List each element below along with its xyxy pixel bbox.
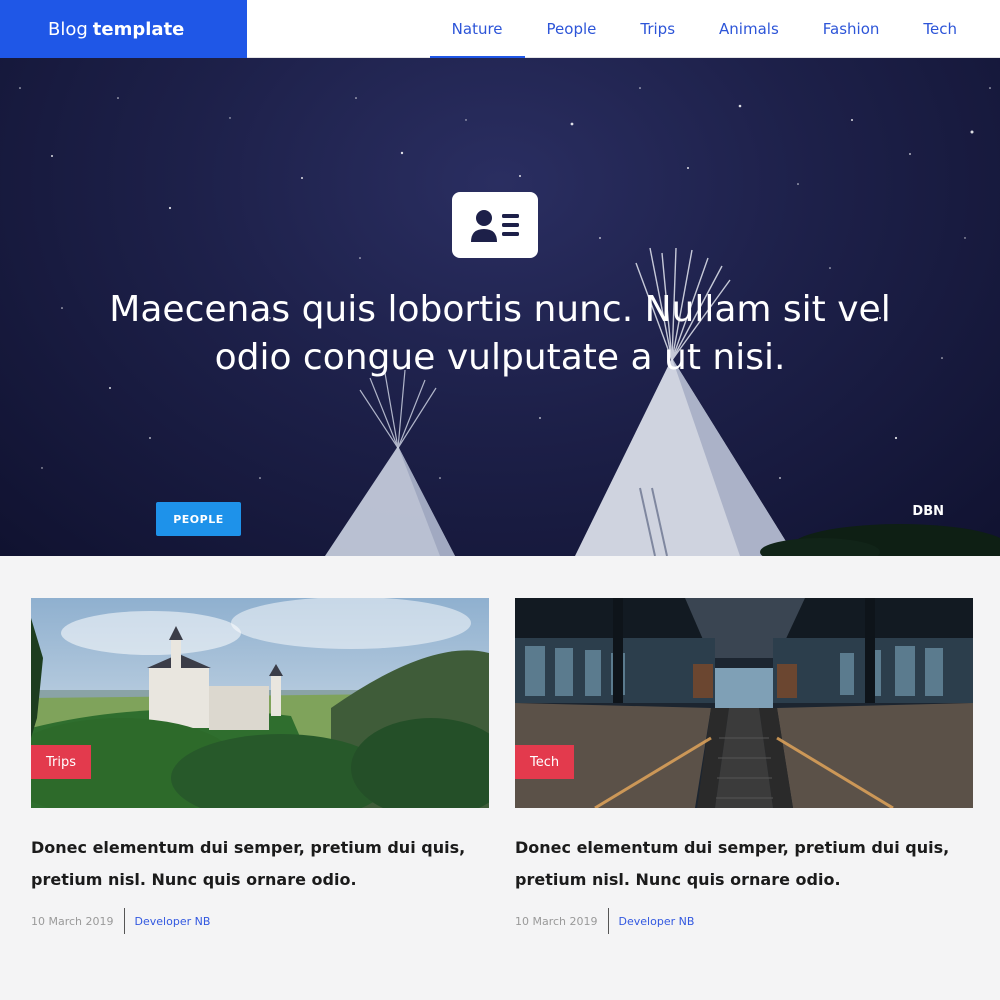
- id-card-icon: [452, 192, 538, 258]
- nav-item-tech[interactable]: Tech: [901, 0, 1000, 58]
- brand-text-bold: template: [92, 18, 185, 40]
- hero-section[interactable]: Maecenas quis lobortis nunc. Nullam sit …: [0, 58, 1000, 556]
- post-card-tech: Tech Donec elementum dui semper, pretium…: [515, 598, 973, 934]
- card-title[interactable]: Donec elementum dui semper, pretium dui …: [31, 832, 489, 896]
- card-category-tag[interactable]: Tech: [515, 745, 575, 779]
- card-image-escalator[interactable]: Tech: [515, 598, 973, 808]
- hero-photo-credit: DBN: [912, 504, 944, 519]
- hero-title[interactable]: Maecenas quis lobortis nunc. Nullam sit …: [100, 286, 900, 382]
- post-card-trips: Trips Donec elementum dui semper, pretiu…: [31, 598, 489, 934]
- card-author-link[interactable]: Developer NB: [609, 915, 695, 928]
- card-image-castle[interactable]: Trips: [31, 598, 489, 808]
- card-author-link[interactable]: Developer NB: [125, 915, 211, 928]
- brand-logo[interactable]: Blog template: [0, 0, 247, 58]
- hero-category-badge[interactable]: PEOPLE: [156, 502, 241, 536]
- site-header: Blog template Nature People Trips Animal…: [0, 0, 1000, 59]
- card-category-tag[interactable]: Trips: [31, 745, 92, 779]
- card-meta: 10 March 2019 Developer NB: [515, 908, 973, 934]
- card-title[interactable]: Donec elementum dui semper, pretium dui …: [515, 832, 973, 896]
- nav-item-nature[interactable]: Nature: [429, 0, 525, 59]
- card-meta: 10 March 2019 Developer NB: [31, 908, 489, 934]
- nav-item-trips[interactable]: Trips: [618, 0, 697, 58]
- card-date: 10 March 2019: [31, 908, 125, 934]
- nav-item-people[interactable]: People: [525, 0, 619, 58]
- brand-text-light: Blog: [48, 18, 88, 40]
- main-nav: Nature People Trips Animals Fashion Tech: [429, 0, 1000, 59]
- nav-item-fashion[interactable]: Fashion: [801, 0, 902, 58]
- nav-item-animals[interactable]: Animals: [697, 0, 801, 58]
- card-date: 10 March 2019: [515, 908, 609, 934]
